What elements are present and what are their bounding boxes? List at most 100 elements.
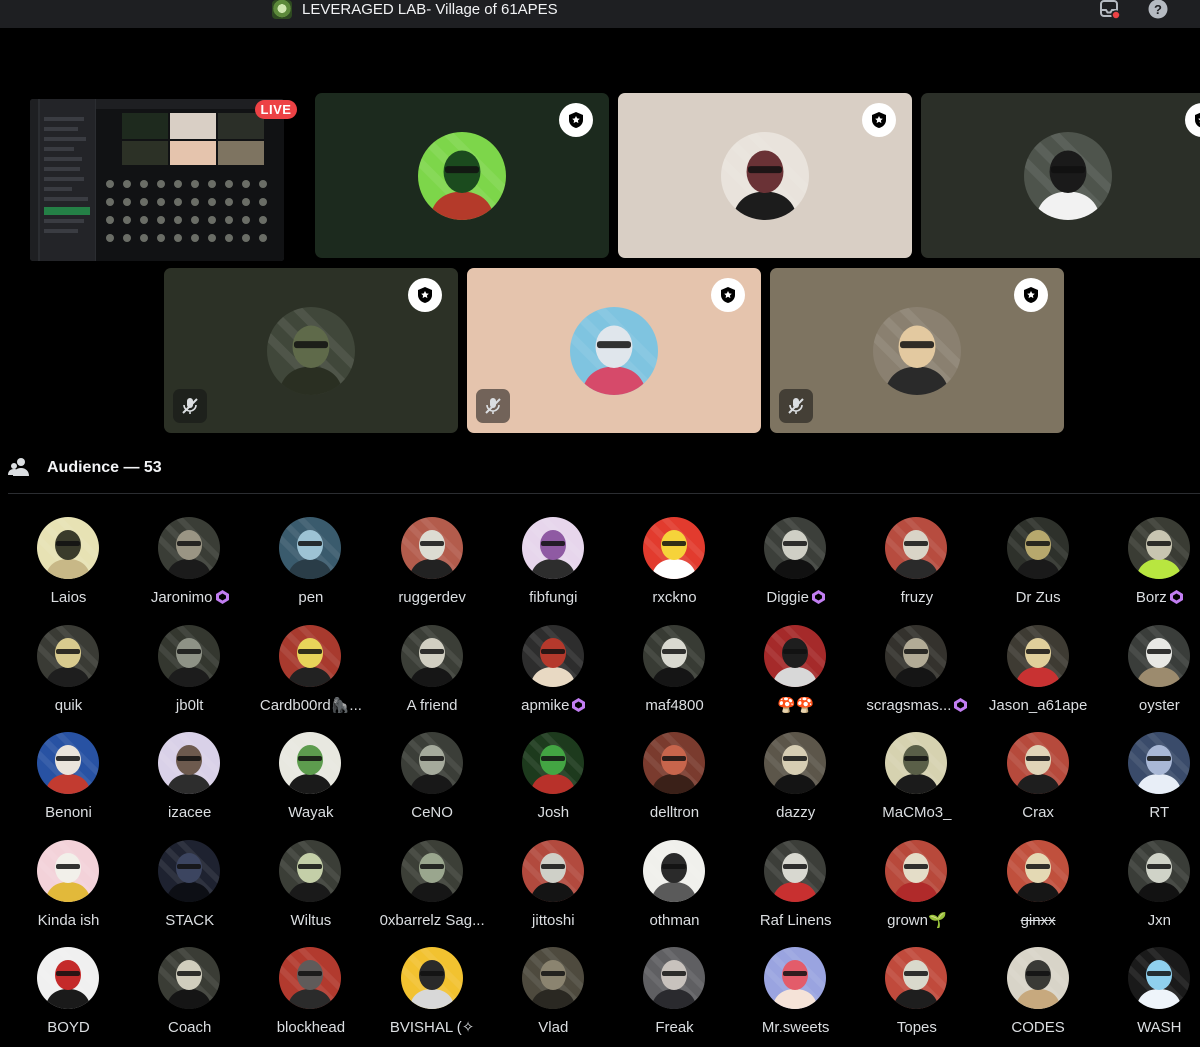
audience-member[interactable]: CODES (978, 947, 1099, 1047)
audience-member[interactable]: maf4800 (614, 624, 735, 725)
member-name: fruzy (900, 589, 934, 606)
audience-member[interactable]: RT (1099, 732, 1200, 832)
speaker-tile[interactable] (618, 93, 912, 258)
member-name: Jaronimo (125, 589, 254, 607)
audience-member[interactable]: blockhead (250, 947, 371, 1047)
audience-member[interactable]: A friend (372, 624, 493, 725)
audience-member[interactable]: scragsmas... (856, 624, 977, 725)
audience-member[interactable]: Wiltus (250, 839, 371, 940)
inbox-icon[interactable] (1100, 0, 1120, 20)
avatar (400, 624, 463, 687)
audience-member[interactable]: jb0lt (129, 624, 250, 725)
boost-icon (572, 697, 586, 712)
audience-member[interactable]: Jxn (1099, 839, 1200, 940)
audience-member[interactable]: Benoni (8, 732, 129, 832)
mic-muted-icon (779, 389, 813, 423)
moderator-badge-icon (1014, 278, 1048, 312)
audience-member[interactable]: ginxx (978, 839, 1099, 940)
audience-member[interactable]: 0xbarrelz Sag... (372, 839, 493, 940)
speaker-tile[interactable] (921, 93, 1200, 258)
moderator-badge-icon (559, 103, 593, 137)
audience-member[interactable]: Coach (129, 947, 250, 1047)
audience-member[interactable]: Vlad (493, 947, 614, 1047)
audience-member[interactable]: Cardb00rd🦍... (250, 624, 371, 725)
avatar (521, 947, 584, 1009)
member-name: Borz (1095, 589, 1200, 607)
audience-member[interactable]: Borz (1099, 517, 1200, 617)
member-name: Crax (1022, 804, 1054, 821)
speaker-tile[interactable] (770, 268, 1064, 433)
audience-member[interactable]: BOYD (8, 947, 129, 1047)
audience-member[interactable]: Laios (8, 517, 129, 617)
member-name: Jxn (1147, 911, 1171, 929)
audience-member[interactable]: MaCMo3_ (856, 732, 977, 832)
avatar (158, 624, 221, 687)
audience-member[interactable]: 🍄🍄 (735, 624, 856, 725)
member-name: pen (298, 589, 324, 606)
speaker-avatar (1024, 132, 1112, 220)
member-name: quik (54, 696, 83, 714)
audience-member[interactable]: fibfungi (493, 517, 614, 617)
avatar (1006, 839, 1069, 902)
audience-member[interactable]: quik (8, 624, 129, 725)
avatar (158, 732, 221, 794)
avatar (37, 517, 99, 579)
audience-member[interactable]: dazzy (735, 732, 856, 832)
speaker-tile[interactable] (467, 268, 761, 433)
member-name: CeNO (411, 804, 453, 821)
audience-member[interactable]: Crax (978, 732, 1099, 832)
screen-share-preview[interactable] (30, 99, 284, 261)
audience-member[interactable]: ruggerdev (372, 517, 493, 617)
audience-member[interactable]: Dr Zus (978, 517, 1099, 617)
help-icon[interactable]: ? (1147, 0, 1169, 20)
audience-member[interactable]: Jason_a61ape (978, 624, 1099, 725)
member-name: Freak (655, 1019, 694, 1036)
audience-member[interactable]: jittoshi (493, 839, 614, 940)
boost-icon (215, 590, 229, 604)
audience-member[interactable]: apmike (493, 624, 614, 725)
audience-member[interactable]: pen (250, 517, 371, 617)
speaker-avatar (873, 307, 961, 395)
member-name: Dr Zus (1015, 589, 1061, 606)
audience-icon (8, 458, 29, 476)
avatar (764, 517, 827, 579)
audience-member[interactable]: BVISHAL (✧ (372, 947, 493, 1047)
speaker-avatar (570, 307, 658, 395)
member-name: Vlad (538, 1019, 569, 1036)
audience-member[interactable]: WASH (1099, 947, 1200, 1047)
audience-member[interactable]: fruzy (856, 517, 977, 617)
audience-member[interactable]: oyster (1099, 624, 1200, 725)
avatar (1006, 947, 1069, 1009)
audience-member[interactable]: STACK (129, 839, 250, 940)
member-name: Raf Linens (759, 911, 832, 929)
avatar (400, 732, 463, 794)
audience-member[interactable]: rxckno (614, 517, 735, 617)
audience-member[interactable]: Freak (614, 947, 735, 1047)
moderator-badge-icon (862, 103, 896, 137)
avatar (37, 624, 99, 687)
audience-member[interactable]: Raf Linens (735, 839, 856, 940)
audience-member[interactable]: Mr.sweets (735, 947, 856, 1047)
audience-member[interactable]: Kinda ish (8, 839, 129, 940)
audience-member[interactable]: grown🌱 (856, 839, 977, 940)
audience-member[interactable]: Josh (493, 732, 614, 832)
member-name: apmike (489, 697, 618, 715)
member-name: izacee (168, 804, 212, 821)
audience-member[interactable]: Diggie (735, 517, 856, 617)
avatar (279, 732, 342, 794)
avatar (764, 947, 827, 1009)
audience-member[interactable]: delltron (614, 732, 735, 832)
audience-member[interactable]: othman (614, 839, 735, 940)
speaker-tile[interactable] (164, 268, 458, 433)
member-name: STACK (165, 911, 215, 929)
audience-member[interactable]: Topes (856, 947, 977, 1047)
audience-member[interactable]: Wayak (250, 732, 371, 832)
audience-member[interactable]: izacee (129, 732, 250, 832)
member-name: Laios (50, 589, 87, 606)
avatar (764, 839, 827, 902)
audience-member[interactable]: CeNO (372, 732, 493, 832)
screen-share-thumbnail (30, 99, 284, 261)
speaker-tile[interactable] (315, 93, 609, 258)
audience-member[interactable]: Jaronimo (129, 517, 250, 617)
audience-divider (8, 493, 1200, 494)
